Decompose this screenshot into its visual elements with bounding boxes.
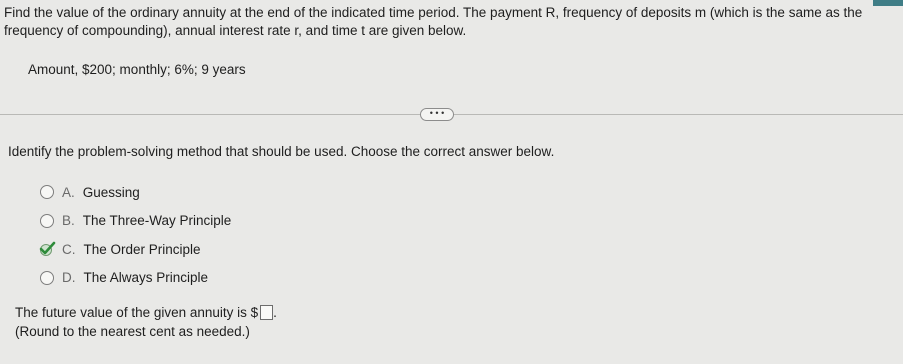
checkmark-icon [39,241,56,256]
method-prompt: Identify the problem-solving method that… [8,144,555,159]
option-letter: B. [62,213,75,229]
radio-button[interactable] [40,213,54,228]
future-value-line: The future value of the given annuity is… [15,305,277,320]
option-label: Guessing [82,184,140,200]
option-d[interactable]: D. The Always Principle [12,264,231,293]
rounding-hint: (Round to the nearest cent as needed.) [15,324,250,339]
future-value-input[interactable] [260,305,274,320]
option-label: The Three-Way Principle [82,213,232,229]
option-a[interactable]: A. Guessing [12,178,231,207]
option-b[interactable]: B. The Three-Way Principle [12,207,231,236]
option-label: The Order Principle [83,241,201,257]
question-text: Find the value of the ordinary annuity a… [4,5,863,38]
radio-button[interactable] [40,185,54,200]
radio-button[interactable] [40,270,54,285]
given-values: Amount, $200; monthly; 6%; 9 years [28,62,246,77]
option-letter: A. [62,184,75,200]
option-c[interactable]: C. The Order Principle [12,235,231,264]
future-value-prefix: The future value of the given annuity is… [15,305,259,320]
expand-more-button[interactable]: • • • [420,108,454,121]
option-label: The Always Principle [83,270,209,286]
option-letter: D. [62,270,76,286]
future-value-suffix: . [273,305,277,320]
option-letter: C. [62,241,76,257]
answer-options: A. Guessing B. The Three-Way Principle C… [12,178,231,292]
